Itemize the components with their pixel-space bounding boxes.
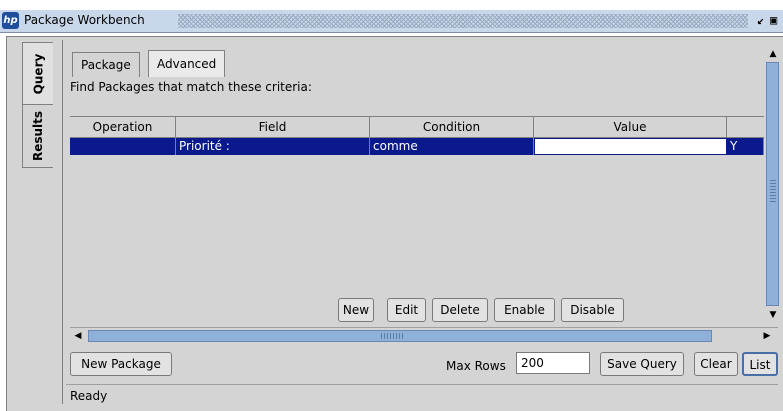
list-button[interactable]: List — [742, 352, 778, 376]
criteria-heading: Find Packages that match these criteria: — [70, 80, 312, 94]
vertical-scroll-thumb[interactable] — [766, 62, 779, 306]
new-package-button[interactable]: New Package — [70, 352, 172, 376]
cell-extra[interactable]: Y — [727, 138, 764, 155]
status-bar: Ready — [66, 384, 778, 406]
scroll-left-icon[interactable]: ◀ — [71, 329, 85, 343]
window-title: Package Workbench — [24, 13, 145, 27]
restore-icon[interactable]: ↙ — [757, 13, 764, 27]
scroll-up-icon[interactable]: ▲ — [766, 47, 780, 61]
cell-operation[interactable] — [70, 138, 176, 155]
edit-button[interactable]: Edit — [387, 298, 426, 322]
vertical-scrollbar[interactable]: ▲ ▼ — [764, 46, 781, 324]
maximize-icon[interactable]: ▣ — [770, 13, 777, 27]
tab-package[interactable]: Package — [72, 52, 140, 77]
column-header-extra[interactable] — [727, 117, 764, 138]
thumb-grip-icon — [381, 333, 403, 339]
horizontal-scroll-thumb[interactable] — [88, 330, 712, 342]
title-bar[interactable]: hp Package Workbench ↙ ▣ — [0, 10, 783, 33]
table-row[interactable]: Priorité : comme Y — [70, 138, 764, 155]
column-header-value[interactable]: Value — [534, 117, 727, 138]
column-header-condition[interactable]: Condition — [370, 117, 534, 138]
scroll-right-icon[interactable]: ▶ — [760, 329, 774, 343]
cell-field[interactable]: Priorité : — [176, 138, 370, 155]
package-workbench-window: hp Package Workbench ↙ ▣ Query Results P… — [0, 0, 783, 411]
delete-button[interactable]: Delete — [432, 298, 488, 322]
title-bar-grip — [178, 14, 748, 28]
criteria-table: Operation Field Condition Value Priorité… — [70, 116, 764, 293]
scroll-down-icon[interactable]: ▼ — [766, 308, 780, 322]
save-query-button[interactable]: Save Query — [600, 352, 684, 376]
side-tab-results-label: Results — [31, 110, 45, 162]
clear-button[interactable]: Clear — [694, 352, 738, 376]
side-tab-query[interactable]: Query — [22, 42, 53, 106]
enable-button[interactable]: Enable — [494, 298, 555, 322]
disable-button[interactable]: Disable — [561, 298, 624, 322]
cell-condition[interactable]: comme — [370, 138, 534, 155]
side-tab-results[interactable]: Results — [22, 104, 53, 168]
thumb-grip-icon — [770, 178, 776, 202]
tab-advanced[interactable]: Advanced — [148, 50, 226, 77]
horizontal-scrollbar[interactable]: ◀ ▶ — [70, 327, 778, 344]
column-header-operation[interactable]: Operation — [70, 117, 176, 138]
cell-value[interactable] — [534, 138, 727, 155]
max-rows-label: Max Rows — [446, 359, 506, 373]
column-header-field[interactable]: Field — [176, 117, 370, 138]
hp-logo-icon: hp — [2, 12, 19, 29]
side-tab-query-label: Query — [31, 53, 45, 95]
max-rows-input[interactable] — [516, 352, 590, 374]
new-criterion-button[interactable]: New — [338, 298, 374, 322]
